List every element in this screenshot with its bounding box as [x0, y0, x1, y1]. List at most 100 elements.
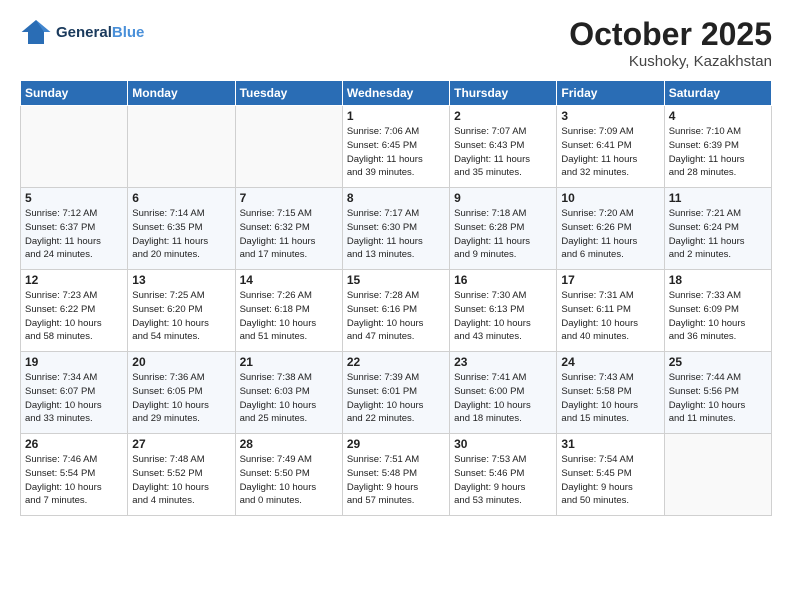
day-info: Sunrise: 7:31 AM Sunset: 6:11 PM Dayligh…	[561, 289, 659, 344]
day-number: 29	[347, 437, 445, 451]
calendar-cell: 25 Sunrise: 7:44 AM Sunset: 5:56 PM Dayli…	[664, 352, 771, 434]
calendar-cell: 6 Sunrise: 7:14 AM Sunset: 6:35 PM Daylig…	[128, 188, 235, 270]
day-info: Sunrise: 7:33 AM Sunset: 6:09 PM Dayligh…	[669, 289, 767, 344]
calendar-cell: 14Sunrise: 7:26 AM Sunset: 6:18 PM Dayli…	[235, 270, 342, 352]
day-info: Sunrise: 7:28 AM Sunset: 6:16 PM Dayligh…	[347, 289, 445, 344]
day-info: Sunrise: 7:17 AM Sunset: 6:30 PM Dayligh…	[347, 207, 445, 262]
day-number: 25	[669, 355, 767, 369]
weekday-header: Wednesday	[342, 81, 449, 106]
day-number: 31	[561, 437, 659, 451]
logo: GeneralBlue	[20, 16, 144, 48]
calendar-cell	[235, 106, 342, 188]
day-info: Sunrise: 7:07 AM Sunset: 6:43 PM Dayligh…	[454, 125, 552, 180]
day-info: Sunrise: 7:18 AM Sunset: 6:28 PM Dayligh…	[454, 207, 552, 262]
calendar-cell: 10Sunrise: 7:20 AM Sunset: 6:26 PM Dayli…	[557, 188, 664, 270]
month-title: October 2025	[569, 16, 772, 53]
header: GeneralBlue October 2025 Kushoky, Kazakh…	[20, 16, 772, 70]
calendar-cell: 20 Sunrise: 7:36 AM Sunset: 6:05 PM Dayli…	[128, 352, 235, 434]
day-number: 23	[454, 355, 552, 369]
day-number: 27	[132, 437, 230, 451]
logo-text: GeneralBlue	[56, 24, 144, 41]
calendar-cell	[21, 106, 128, 188]
day-number: 26	[25, 437, 123, 451]
weekday-header: Monday	[128, 81, 235, 106]
day-number: 16	[454, 273, 552, 287]
calendar-week-row: 5Sunrise: 7:12 AM Sunset: 6:37 PM Daylig…	[21, 188, 772, 270]
calendar-cell: 29Sunrise: 7:51 AM Sunset: 5:48 PM Dayli…	[342, 434, 449, 516]
calendar-cell: 30 Sunrise: 7:53 AM Sunset: 5:46 PM Dayli…	[450, 434, 557, 516]
day-number: 3	[561, 109, 659, 123]
calendar-cell	[128, 106, 235, 188]
day-info: Sunrise: 7:34 AM Sunset: 6:07 PM Dayligh…	[25, 371, 123, 426]
day-info: Sunrise: 7:23 AM Sunset: 6:22 PM Dayligh…	[25, 289, 123, 344]
day-number: 30	[454, 437, 552, 451]
calendar-cell: 22Sunrise: 7:39 AM Sunset: 6:01 PM Dayli…	[342, 352, 449, 434]
calendar-cell: 23Sunrise: 7:41 AM Sunset: 6:00 PM Dayli…	[450, 352, 557, 434]
calendar-cell: 17 Sunrise: 7:31 AM Sunset: 6:11 PM Dayli…	[557, 270, 664, 352]
calendar-cell: 7 Sunrise: 7:15 AM Sunset: 6:32 PM Daylig…	[235, 188, 342, 270]
day-number: 28	[240, 437, 338, 451]
calendar-week-row: 26 Sunrise: 7:46 AM Sunset: 5:54 PM Dayli…	[21, 434, 772, 516]
day-number: 12	[25, 273, 123, 287]
day-info: Sunrise: 7:43 AM Sunset: 5:58 PM Dayligh…	[561, 371, 659, 426]
calendar-cell: 26 Sunrise: 7:46 AM Sunset: 5:54 PM Dayli…	[21, 434, 128, 516]
day-info: Sunrise: 7:36 AM Sunset: 6:05 PM Dayligh…	[132, 371, 230, 426]
calendar-cell: 19 Sunrise: 7:34 AM Sunset: 6:07 PM Dayli…	[21, 352, 128, 434]
calendar-cell: 3 Sunrise: 7:09 AM Sunset: 6:41 PM Daylig…	[557, 106, 664, 188]
location: Kushoky, Kazakhstan	[569, 53, 772, 70]
day-number: 21	[240, 355, 338, 369]
calendar-cell: 1Sunrise: 7:06 AM Sunset: 6:45 PM Daylig…	[342, 106, 449, 188]
weekday-header: Saturday	[664, 81, 771, 106]
day-number: 6	[132, 191, 230, 205]
calendar-cell: 5Sunrise: 7:12 AM Sunset: 6:37 PM Daylig…	[21, 188, 128, 270]
calendar-week-row: 12 Sunrise: 7:23 AM Sunset: 6:22 PM Dayli…	[21, 270, 772, 352]
day-info: Sunrise: 7:09 AM Sunset: 6:41 PM Dayligh…	[561, 125, 659, 180]
day-number: 5	[25, 191, 123, 205]
day-number: 11	[669, 191, 767, 205]
logo-icon	[20, 16, 52, 48]
day-number: 7	[240, 191, 338, 205]
day-info: Sunrise: 7:46 AM Sunset: 5:54 PM Dayligh…	[25, 453, 123, 508]
weekday-header-row: SundayMondayTuesdayWednesdayThursdayFrid…	[21, 81, 772, 106]
day-info: Sunrise: 7:30 AM Sunset: 6:13 PM Dayligh…	[454, 289, 552, 344]
calendar-cell: 11 Sunrise: 7:21 AM Sunset: 6:24 PM Dayli…	[664, 188, 771, 270]
calendar-cell: 2 Sunrise: 7:07 AM Sunset: 6:43 PM Daylig…	[450, 106, 557, 188]
day-info: Sunrise: 7:14 AM Sunset: 6:35 PM Dayligh…	[132, 207, 230, 262]
day-info: Sunrise: 7:15 AM Sunset: 6:32 PM Dayligh…	[240, 207, 338, 262]
day-info: Sunrise: 7:53 AM Sunset: 5:46 PM Dayligh…	[454, 453, 552, 508]
day-number: 20	[132, 355, 230, 369]
day-number: 17	[561, 273, 659, 287]
weekday-header: Thursday	[450, 81, 557, 106]
day-number: 19	[25, 355, 123, 369]
weekday-header: Friday	[557, 81, 664, 106]
day-info: Sunrise: 7:26 AM Sunset: 6:18 PM Dayligh…	[240, 289, 338, 344]
day-info: Sunrise: 7:38 AM Sunset: 6:03 PM Dayligh…	[240, 371, 338, 426]
calendar-cell: 24 Sunrise: 7:43 AM Sunset: 5:58 PM Dayli…	[557, 352, 664, 434]
day-number: 4	[669, 109, 767, 123]
day-number: 8	[347, 191, 445, 205]
day-number: 13	[132, 273, 230, 287]
day-info: Sunrise: 7:44 AM Sunset: 5:56 PM Dayligh…	[669, 371, 767, 426]
calendar-cell: 31 Sunrise: 7:54 AM Sunset: 5:45 PM Dayli…	[557, 434, 664, 516]
calendar-page: GeneralBlue October 2025 Kushoky, Kazakh…	[0, 0, 792, 612]
day-info: Sunrise: 7:21 AM Sunset: 6:24 PM Dayligh…	[669, 207, 767, 262]
calendar-cell: 12 Sunrise: 7:23 AM Sunset: 6:22 PM Dayli…	[21, 270, 128, 352]
calendar-cell	[664, 434, 771, 516]
calendar-cell: 18Sunrise: 7:33 AM Sunset: 6:09 PM Dayli…	[664, 270, 771, 352]
calendar-cell: 9 Sunrise: 7:18 AM Sunset: 6:28 PM Daylig…	[450, 188, 557, 270]
calendar-cell: 13Sunrise: 7:25 AM Sunset: 6:20 PM Dayli…	[128, 270, 235, 352]
title-block: October 2025 Kushoky, Kazakhstan	[569, 16, 772, 70]
calendar-cell: 21 Sunrise: 7:38 AM Sunset: 6:03 PM Dayli…	[235, 352, 342, 434]
weekday-header: Tuesday	[235, 81, 342, 106]
day-info: Sunrise: 7:54 AM Sunset: 5:45 PM Dayligh…	[561, 453, 659, 508]
day-number: 24	[561, 355, 659, 369]
calendar-cell: 16 Sunrise: 7:30 AM Sunset: 6:13 PM Dayli…	[450, 270, 557, 352]
day-number: 10	[561, 191, 659, 205]
day-number: 2	[454, 109, 552, 123]
day-number: 15	[347, 273, 445, 287]
calendar-cell: 8 Sunrise: 7:17 AM Sunset: 6:30 PM Daylig…	[342, 188, 449, 270]
day-info: Sunrise: 7:49 AM Sunset: 5:50 PM Dayligh…	[240, 453, 338, 508]
day-number: 9	[454, 191, 552, 205]
calendar-cell: 15 Sunrise: 7:28 AM Sunset: 6:16 PM Dayli…	[342, 270, 449, 352]
day-number: 1	[347, 109, 445, 123]
